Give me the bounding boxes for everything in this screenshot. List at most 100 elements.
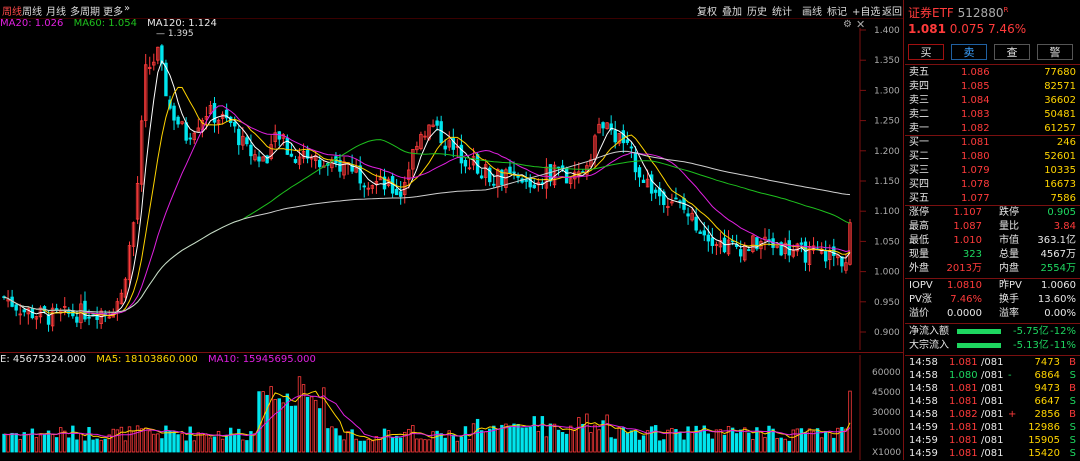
- volume-legend: E: 45675324.000 MA5: 18103860.000 MA10: …: [0, 354, 323, 365]
- stat-value: 7.46%: [950, 294, 982, 305]
- price-axis-label: 0.950: [874, 298, 900, 308]
- volume-bar: [233, 434, 237, 453]
- volume-bar: [261, 391, 265, 453]
- price-axis-label: 1.300: [874, 86, 900, 96]
- stat-row: 最高 1.087 量比 3.84: [905, 220, 1080, 234]
- tick-price: 1.082: [949, 409, 978, 420]
- volume-bar: [220, 438, 225, 453]
- volume-bar: [585, 413, 589, 453]
- flow-value: -5.75亿: [1013, 326, 1049, 337]
- candle-body: [747, 249, 751, 251]
- volume-bar: [188, 426, 192, 453]
- volume-bar: [455, 440, 460, 453]
- order-book-row: 卖四 1.085 82571: [905, 80, 1080, 94]
- price-axis-label: 0.900: [874, 328, 900, 338]
- volume-bar: [617, 427, 621, 453]
- price-axis-label: 1.000: [874, 268, 900, 278]
- candle-body: [257, 156, 261, 162]
- candle-body: [641, 179, 646, 183]
- candle-body: [439, 121, 443, 144]
- stat-value: 1.0060: [1041, 280, 1076, 291]
- candle-body: [83, 300, 87, 320]
- volume-bar: [832, 437, 836, 453]
- volume-bar: [148, 430, 152, 453]
- security-code: 512880: [957, 6, 1004, 20]
- volume-bar: [488, 428, 492, 453]
- candle-body: [362, 185, 366, 188]
- buy-button[interactable]: 买: [908, 44, 944, 60]
- candle-body: [14, 304, 18, 311]
- volume-bar: [678, 432, 682, 453]
- tick-volume: 15420: [1028, 448, 1060, 459]
- candle-body: [601, 122, 605, 129]
- volume-bar: [196, 432, 201, 453]
- stat-row: 最低 1.010 市值 363.1亿: [905, 234, 1080, 248]
- price-axis-label: 1.350: [874, 56, 900, 66]
- stat-row: IOPV 1.0810 昨PV 1.0060: [905, 279, 1080, 293]
- volume-bar: [87, 427, 91, 453]
- stat-value: 1.107: [953, 207, 982, 218]
- stat-label: 市值: [999, 235, 1019, 246]
- volume-bar: [787, 440, 791, 453]
- tick-volume: 12986: [1028, 422, 1060, 433]
- stat-label: IOPV: [909, 280, 933, 291]
- volume-bar: [358, 440, 362, 453]
- candle-body: [516, 175, 520, 178]
- volume-bar: [168, 430, 172, 453]
- query-button[interactable]: 查: [994, 44, 1030, 60]
- candle-body: [87, 316, 91, 319]
- volume-bar: [710, 438, 715, 453]
- peak-price-label: — 1.395: [156, 29, 194, 39]
- volume-bar: [427, 439, 431, 453]
- vol-label: E: 45675324.000: [0, 354, 87, 365]
- vol-ma5-label: MA5: 18103860.000: [96, 354, 198, 365]
- sell-button[interactable]: 卖: [951, 44, 987, 60]
- volume-bar: [589, 432, 593, 453]
- ma5-line: [3, 59, 851, 318]
- volume-bar: [463, 426, 468, 453]
- volume-bar: [95, 438, 99, 453]
- volume-bar: [103, 438, 107, 453]
- level-price: 1.085: [961, 81, 990, 92]
- volume-bar: [783, 438, 787, 453]
- tick-price: 1.081: [949, 448, 978, 459]
- volume-bar: [75, 439, 79, 453]
- volume-bar: [241, 439, 245, 453]
- volume-bar: [734, 433, 739, 453]
- vol-ma10-label: MA10: 15945695.000: [207, 354, 316, 365]
- volume-axis-label: 60000: [872, 368, 901, 378]
- candle-body: [54, 308, 59, 311]
- candle-body: [95, 315, 99, 320]
- volume-bar: [658, 440, 662, 453]
- candle-body: [398, 191, 403, 197]
- volume-bar: [548, 423, 553, 453]
- volume-bar: [354, 438, 358, 453]
- volume-bar: [844, 428, 848, 453]
- volume-bar: [111, 428, 116, 453]
- level-price: 1.084: [961, 95, 990, 106]
- stat-row: 现量 323 总量 4567万: [905, 248, 1080, 262]
- level-label: 买一: [909, 137, 929, 148]
- stat-label: 内盘: [999, 263, 1019, 274]
- volume-bar: [200, 433, 205, 453]
- candle-body: [674, 197, 678, 200]
- tick-time: 14:58: [909, 396, 938, 407]
- volume-bar: [265, 394, 269, 453]
- candle-body: [463, 159, 468, 167]
- tick-row: 14:58 1.080/081- 6864 S: [905, 369, 1080, 383]
- volume-bar: [156, 433, 160, 453]
- volume-bar: [536, 430, 541, 453]
- tick-price: 1.080: [949, 370, 978, 381]
- price-axis-label: 1.100: [874, 207, 900, 217]
- candle-body: [710, 237, 715, 246]
- stat-value: 1.010: [953, 235, 982, 246]
- volume-bar: [318, 408, 322, 453]
- volume-bar: [281, 402, 286, 453]
- volume-axis-label: 30000: [872, 408, 901, 418]
- volume-bar: [738, 429, 743, 453]
- candle-body: [492, 183, 496, 186]
- kline-chart[interactable]: 1.400 1.350 1.300 1.250 1.200 1.150 1.100 1.050…: [0, 0, 903, 460]
- tick-time: 14:58: [909, 357, 938, 368]
- alert-button[interactable]: 警: [1037, 44, 1073, 60]
- stat-label: 量比: [999, 221, 1019, 232]
